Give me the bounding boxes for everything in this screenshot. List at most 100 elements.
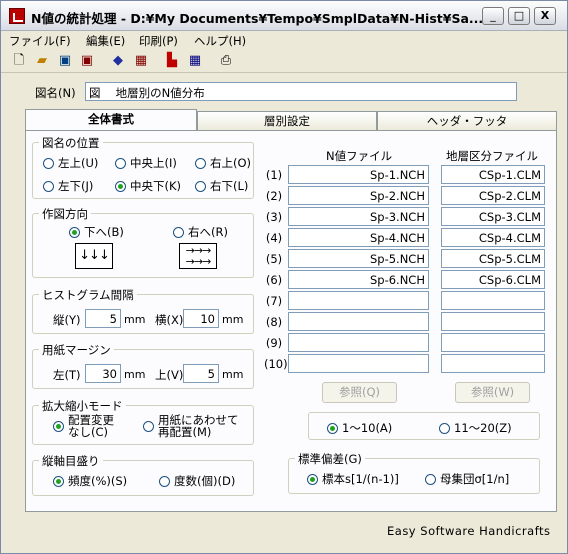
tab-general-format[interactable]: 全体書式	[25, 109, 197, 131]
range-group: 1～10(A) 11～20(Z)	[308, 412, 540, 440]
n-value-file-input[interactable]	[288, 312, 429, 331]
menu-file[interactable]: ファイル(F)	[9, 33, 71, 49]
layer-file-input[interactable]: CSp-3.CLM	[441, 207, 545, 226]
minimize-button[interactable]: _	[482, 7, 504, 25]
chart-name-label: 図名(N)	[35, 86, 76, 100]
zoom-mode-title: 拡大縮小モード	[39, 398, 126, 414]
layer-file-input[interactable]	[441, 312, 545, 331]
menu-help[interactable]: ヘルプ(H)	[194, 33, 246, 49]
tab-layer-settings[interactable]: 層別設定	[197, 111, 377, 131]
std-population-radio[interactable]: 母集団σ[1/n]	[425, 471, 509, 487]
paper-margin-title: 用紙マージン	[39, 342, 114, 358]
direction-right-radio[interactable]: 右へ(R)	[173, 224, 228, 240]
grid-icon[interactable]: ▦	[186, 52, 204, 69]
n-value-file-input[interactable]: Sp-3.NCH	[288, 207, 429, 226]
footer-credit: Easy Software Handicrafts	[387, 524, 551, 538]
open-folder-icon[interactable]: ▰	[33, 52, 51, 69]
title-bar: N値の統計処理 - D:¥My Documents¥Tempo¥SmplData…	[1, 1, 567, 31]
mm-unit: mm	[222, 368, 244, 381]
pos-bottom-left-radio[interactable]: 左下(J)	[43, 178, 93, 194]
vertical-interval-label: 縦(Y)	[53, 313, 81, 327]
n-value-file-input[interactable]: Sp-4.NCH	[288, 228, 429, 247]
zoom-mode-group: 拡大縮小モード 配置変更 なし(C) 用紙にあわせて 再配置(M)	[32, 398, 254, 445]
down-arrows-icon: ↓↓↓	[75, 243, 113, 269]
pos-top-left-radio[interactable]: 左上(U)	[43, 155, 98, 171]
menu-print[interactable]: 印刷(P)	[139, 33, 178, 49]
print-icon[interactable]: ⎙	[217, 52, 235, 69]
window-title: N値の統計処理 - D:¥My Documents¥Tempo¥SmplData…	[31, 11, 484, 26]
layer-file-input[interactable]: CSp-1.CLM	[441, 165, 545, 184]
mm-unit: mm	[124, 313, 146, 326]
save-as-icon[interactable]: ▣	[78, 52, 96, 69]
save-icon[interactable]: ▣	[56, 52, 74, 69]
layer-file-input[interactable]	[441, 291, 545, 310]
row-number: (7)	[265, 294, 283, 308]
pos-bottom-center-radio[interactable]: 中央下(K)	[115, 178, 181, 194]
n-value-file-input[interactable]: Sp-5.NCH	[288, 249, 429, 268]
n-value-file-input[interactable]	[288, 354, 429, 373]
tab-header-footer[interactable]: ヘッダ・フッタ	[377, 111, 557, 131]
row-number: (1)	[265, 168, 283, 182]
row-number: (9)	[265, 336, 283, 350]
n-value-file-input[interactable]: Sp-6.NCH	[288, 270, 429, 289]
menu-bar: ファイル(F) 編集(E) 印刷(P) ヘルプ(H)	[1, 31, 567, 49]
layer-file-input[interactable]: CSp-2.CLM	[441, 186, 545, 205]
tab-panel: 図名の位置 左上(U) 中央上(I) 右上(O) 左下(J) 中央下(K) 右下…	[25, 130, 557, 512]
vertical-axis-title: 縦軸目盛り	[39, 453, 103, 469]
chart-name-input[interactable]: 図 地層別のN値分布	[85, 82, 517, 101]
pos-bottom-right-radio[interactable]: 右下(L)	[195, 178, 248, 194]
n-value-file-input[interactable]: Sp-1.NCH	[288, 165, 429, 184]
top-margin-input[interactable]: 5	[183, 364, 219, 383]
menu-edit[interactable]: 編集(E)	[86, 33, 125, 49]
row-number: (3)	[265, 210, 283, 224]
histogram-interval-group: ヒストグラム間隔 縦(Y) 5 mm 横(X) 10 mm	[32, 287, 254, 334]
browse-layer-button[interactable]: 参照(W)	[455, 382, 530, 403]
std-deviation-title: 標準偏差(G)	[295, 451, 365, 467]
table-icon[interactable]: ▦	[132, 52, 150, 69]
direction-down-radio[interactable]: 下へ(B)	[69, 224, 124, 240]
layer-file-input[interactable]	[441, 333, 545, 352]
pos-top-right-radio[interactable]: 右上(O)	[195, 155, 251, 171]
maximize-button[interactable]: □	[508, 7, 530, 25]
range-11-20-radio[interactable]: 11～20(Z)	[439, 420, 512, 436]
title-position-group: 図名の位置 左上(U) 中央上(I) 右上(O) 左下(J) 中央下(K) 右下…	[32, 135, 254, 199]
settings-icon[interactable]: ◆	[109, 52, 127, 69]
zoom-no-relayout-radio[interactable]: 配置変更 なし(C)	[53, 414, 114, 438]
toolbar: 🗋 ▰ ▣ ▣ ◆ ▦ ▙ ▦ ⎙	[1, 49, 567, 73]
n-value-file-input[interactable]	[288, 291, 429, 310]
left-margin-label: 左(T)	[53, 368, 81, 382]
layer-file-input[interactable]: CSp-6.CLM	[441, 270, 545, 289]
paper-margin-group: 用紙マージン 左(T) 30 mm 上(V) 5 mm	[32, 342, 254, 389]
app-window: N値の統計処理 - D:¥My Documents¥Tempo¥SmplData…	[0, 0, 568, 554]
horizontal-interval-label: 横(X)	[155, 313, 184, 327]
browse-n-value-button[interactable]: 参照(Q)	[322, 382, 397, 403]
row-number: (2)	[265, 189, 283, 203]
right-arrows-icon: →→→ →→→	[179, 243, 217, 269]
top-margin-label: 上(V)	[155, 368, 184, 382]
n-value-file-header: N値ファイル	[326, 149, 393, 163]
zoom-fit-paper-radio[interactable]: 用紙にあわせて 再配置(M)	[143, 414, 239, 438]
mm-unit: mm	[124, 368, 146, 381]
vertical-interval-input[interactable]: 5	[85, 309, 121, 328]
layer-file-input[interactable]	[441, 354, 545, 373]
layer-file-input[interactable]: CSp-4.CLM	[441, 228, 545, 247]
vertical-axis-group: 縦軸目盛り 頻度(%)(S) 度数(個)(D)	[32, 453, 254, 496]
n-value-file-input[interactable]: Sp-2.NCH	[288, 186, 429, 205]
close-button[interactable]: X	[534, 7, 556, 25]
row-number: (4)	[265, 231, 283, 245]
left-margin-input[interactable]: 30	[85, 364, 121, 383]
row-number: (5)	[265, 252, 283, 266]
axis-count-radio[interactable]: 度数(個)(D)	[159, 473, 235, 489]
layer-file-input[interactable]: CSp-5.CLM	[441, 249, 545, 268]
std-sample-radio[interactable]: 標本s[1/(n-1)]	[307, 471, 399, 487]
row-number: (6)	[265, 273, 283, 287]
axis-frequency-radio[interactable]: 頻度(%)(S)	[53, 473, 127, 489]
n-value-file-input[interactable]	[288, 333, 429, 352]
draw-direction-group: 作図方向 下へ(B) 右へ(R) ↓↓↓ →→→ →→→	[32, 206, 254, 278]
histogram-icon[interactable]: ▙	[163, 52, 181, 69]
horizontal-interval-input[interactable]: 10	[183, 309, 219, 328]
pos-top-center-radio[interactable]: 中央上(I)	[115, 155, 177, 171]
layer-file-header: 地層区分ファイル	[446, 149, 538, 163]
range-1-10-radio[interactable]: 1～10(A)	[327, 420, 392, 436]
new-file-icon[interactable]: 🗋	[10, 52, 28, 69]
